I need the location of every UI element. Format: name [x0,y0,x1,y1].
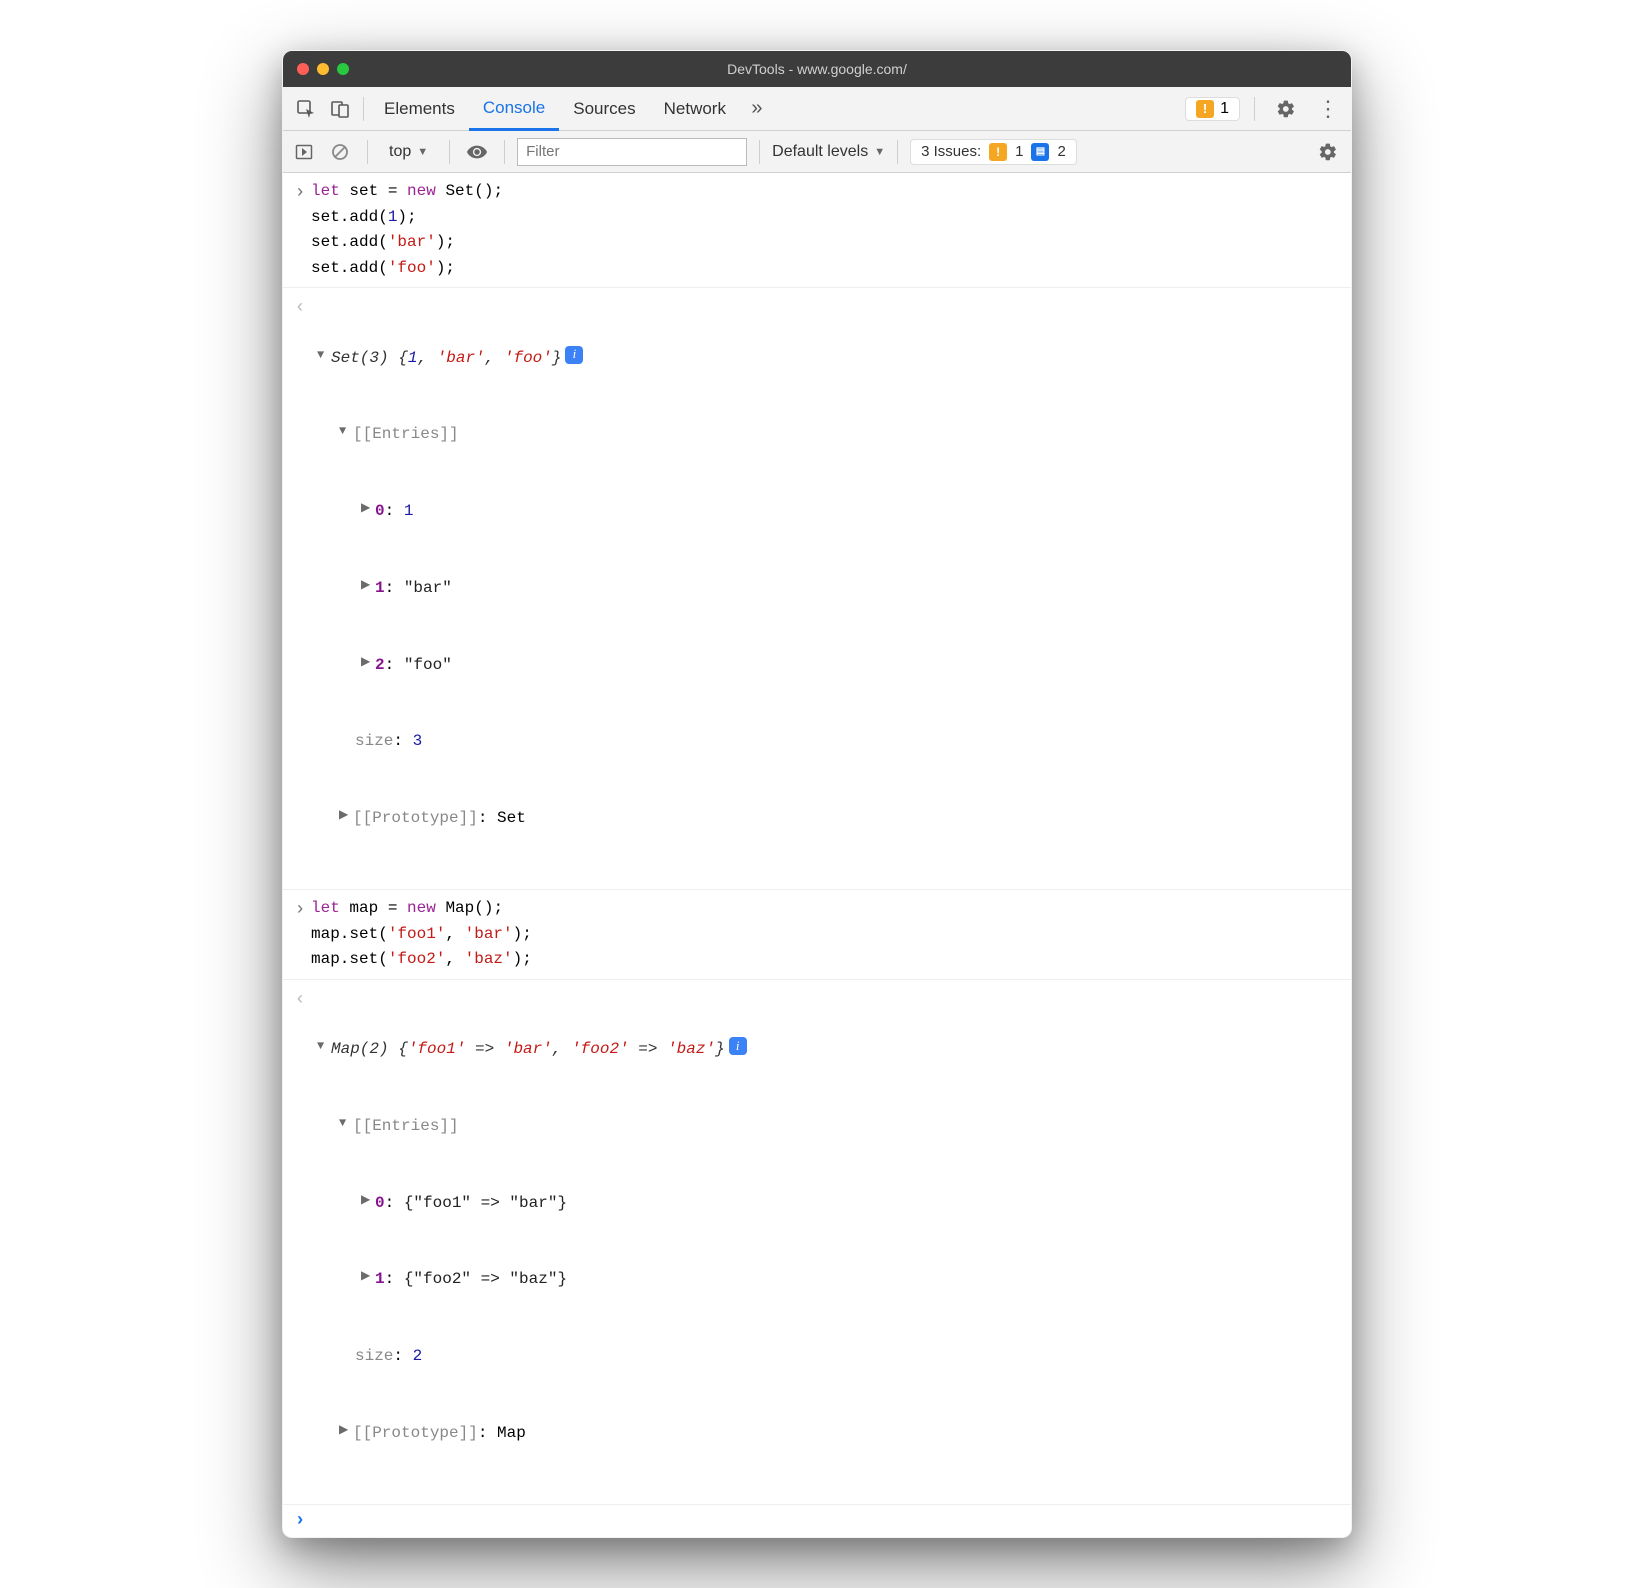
separator [897,140,898,164]
warning-icon: ! [989,143,1007,161]
tab-console[interactable]: Console [469,87,559,131]
console-code[interactable]: let map = new Map(); map.set('foo1', 'ba… [311,896,532,973]
window-title: DevTools - www.google.com/ [283,61,1351,77]
console-prompt-row[interactable] [283,1505,1351,1538]
titlebar: DevTools - www.google.com/ [283,51,1351,87]
separator [367,140,368,164]
log-levels-selector[interactable]: Default levels ▼ [772,143,885,161]
disclose-icon[interactable] [339,422,353,441]
info-badge-icon[interactable]: i [565,346,583,364]
filter-input[interactable] [517,138,747,166]
tab-sources[interactable]: Sources [559,87,649,131]
warning-icon: ! [1196,100,1214,118]
separator [363,97,364,121]
warnings-count: 1 [1220,100,1229,118]
console-toolbar: top ▼ Default levels ▼ 3 Issues: ! 1 ▤ 2 [283,131,1351,173]
disclose-icon[interactable] [317,1037,331,1056]
levels-label: Default levels [772,143,868,161]
input-chevron-icon [289,896,311,973]
disclose-icon[interactable] [361,1191,375,1210]
warnings-pill[interactable]: ! 1 [1185,97,1240,121]
object-tree[interactable]: Set(3) {1, 'bar', 'foo'} i [[Entries]] 0… [311,294,583,883]
entries-label: [[Entries]] [353,1114,459,1140]
context-selector[interactable]: top ▼ [380,138,437,166]
disclose-icon[interactable] [361,499,375,518]
console-input-group: let set = new Set(); set.add(1); set.add… [283,173,1351,288]
close-icon[interactable] [297,63,309,75]
issues-label: 3 Issues: [921,143,981,160]
disclose-icon[interactable] [339,806,353,825]
dropdown-icon: ▼ [874,146,885,158]
disclose-icon[interactable] [361,576,375,595]
separator [449,140,450,164]
more-tabs-icon[interactable]: » [740,92,774,126]
devtools-window: DevTools - www.google.com/ Elements Cons… [282,50,1352,1538]
toggle-sidebar-icon[interactable] [289,137,319,167]
settings-gear-icon[interactable] [1269,92,1303,126]
traffic-lights [297,63,349,75]
kebab-menu-icon[interactable]: ⋮ [1311,92,1345,126]
output-chevron-icon [289,986,311,1498]
zoom-icon[interactable] [337,63,349,75]
disclose-icon[interactable] [339,1421,353,1440]
issues-counter[interactable]: 3 Issues: ! 1 ▤ 2 [910,139,1077,165]
separator [504,140,505,164]
live-expression-eye-icon[interactable] [462,137,492,167]
issues-warn-count: 1 [1015,143,1023,160]
clear-console-icon[interactable] [325,137,355,167]
console-settings-gear-icon[interactable] [1311,135,1345,169]
issues-info-count: 2 [1057,143,1065,160]
disclose-icon[interactable] [361,653,375,672]
tab-network[interactable]: Network [650,87,740,131]
console-output-group: Set(3) {1, 'bar', 'foo'} i [[Entries]] 0… [283,288,1351,890]
dropdown-icon: ▼ [417,146,428,158]
context-label: top [389,143,411,161]
inspect-element-icon[interactable] [289,92,323,126]
separator [759,140,760,164]
entries-label: [[Entries]] [353,422,459,448]
info-badge-icon[interactable]: i [729,1037,747,1055]
console-output: let set = new Set(); set.add(1); set.add… [283,173,1351,1537]
separator [1254,97,1255,121]
info-icon: ▤ [1031,143,1049,161]
console-prompt-input[interactable] [311,1507,321,1536]
device-toolbar-icon[interactable] [323,92,357,126]
console-output-group: Map(2) {'foo1' => 'bar', 'foo2' => 'baz'… [283,980,1351,1505]
object-tree[interactable]: Map(2) {'foo1' => 'bar', 'foo2' => 'baz'… [311,986,747,1498]
input-chevron-icon [289,179,311,281]
tab-elements[interactable]: Elements [370,87,469,131]
prompt-chevron-icon [289,1507,311,1536]
disclose-icon[interactable] [361,1267,375,1286]
disclose-icon[interactable] [339,1114,353,1133]
panel-tabstrip: Elements Console Sources Network » ! 1 ⋮ [283,87,1351,131]
console-code[interactable]: let set = new Set(); set.add(1); set.add… [311,179,503,281]
minimize-icon[interactable] [317,63,329,75]
console-input-group: let map = new Map(); map.set('foo1', 'ba… [283,890,1351,980]
disclose-icon[interactable] [317,346,331,365]
output-chevron-icon [289,294,311,883]
